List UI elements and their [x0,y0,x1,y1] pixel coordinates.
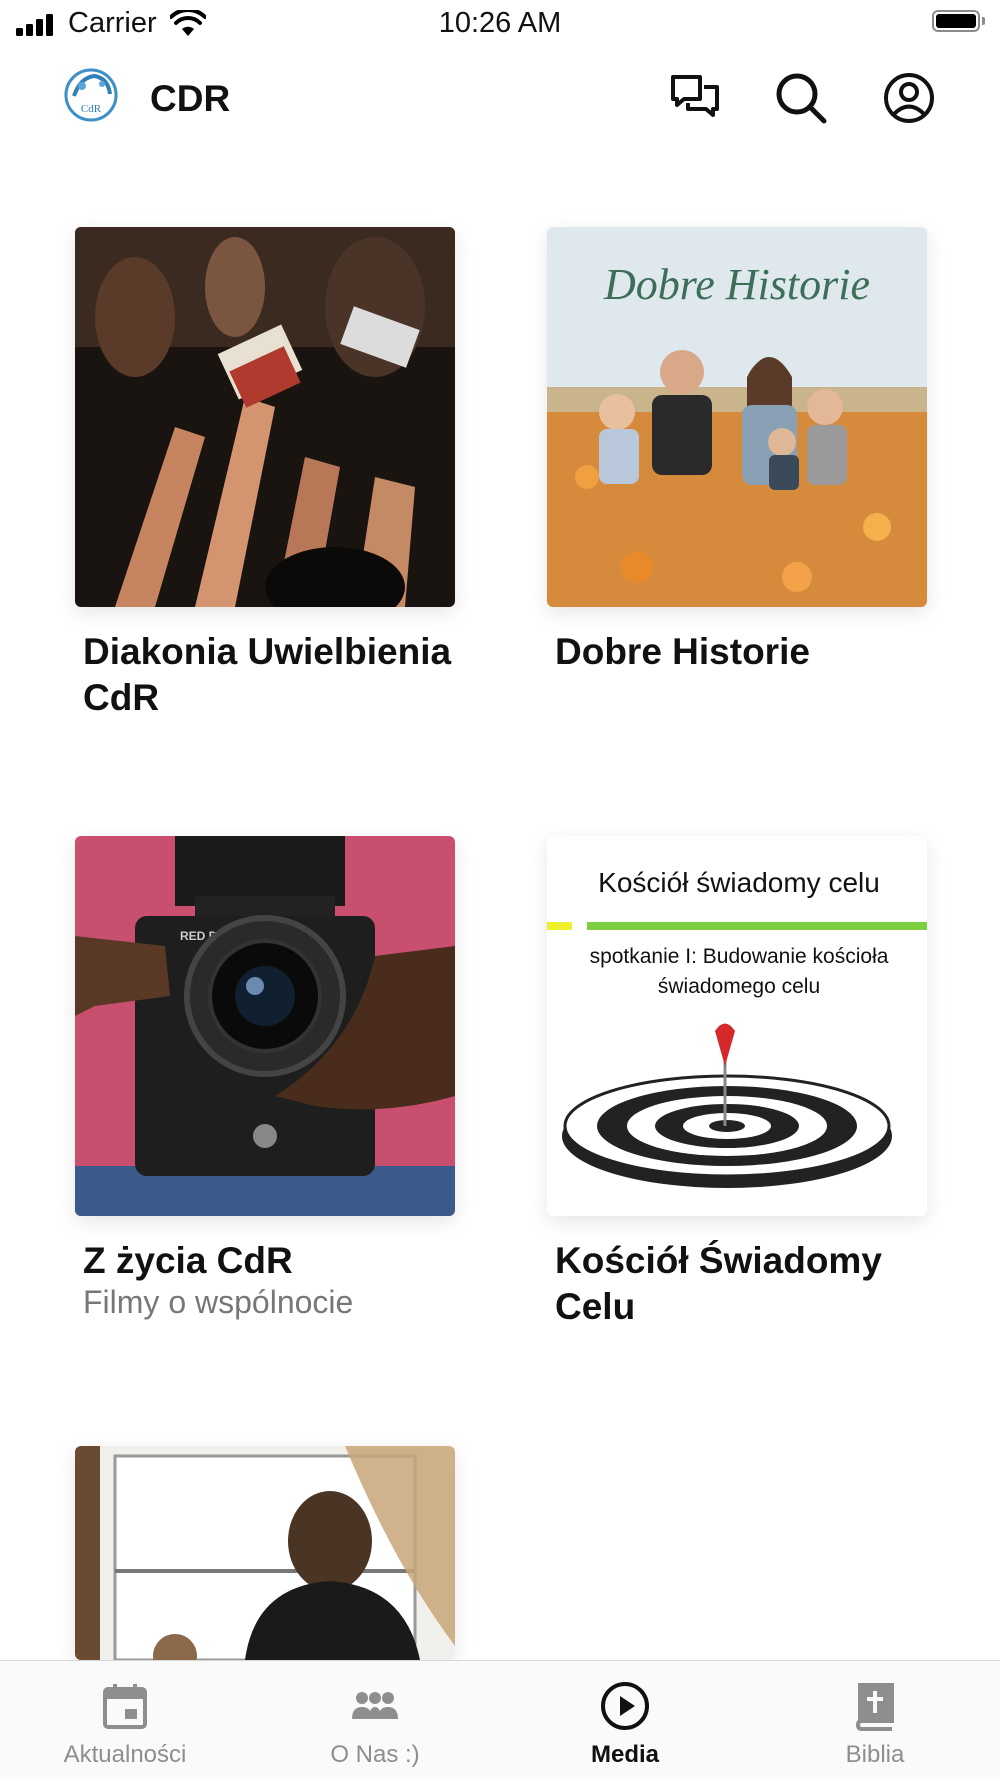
svg-text:Kościół świadomy celu: Kościół świadomy celu [598,867,880,898]
card-title: Diakonia Uwielbienia CdR [83,631,452,718]
card-image-camera: RED DIGI [75,836,455,1216]
tab-label: O Nas :) [330,1741,420,1768]
tab-bar: Aktualności O Nas :) Media Biblia [0,1660,1000,1779]
tab-o-nas[interactable]: O Nas :) [250,1661,500,1779]
tab-biblia[interactable]: Biblia [750,1661,1000,1779]
status-time: 10:26 AM [438,7,562,39]
app-header: CdR CDR [0,58,1000,148]
card-subtitle: Filmy o wspólnocie [83,1284,354,1320]
tab-aktualnosci[interactable]: Aktualności [0,1661,250,1779]
profile-icon[interactable] [882,71,936,125]
calendar-icon [103,1684,147,1729]
svg-text:CdR: CdR [81,103,102,115]
search-icon[interactable] [774,71,828,125]
bible-icon [855,1683,894,1731]
svg-text:świadomego celu: świadomego celu [658,975,820,998]
battery-icon [932,10,986,36]
tab-label: Biblia [845,1741,905,1768]
card-image-target: Kościół świadomy celu spotkanie I: Budow… [547,836,927,1216]
chat-icon[interactable] [668,71,722,125]
app-logo: CdR [64,68,118,122]
app-title: CDR [150,78,231,119]
card-title: Kościół Świadomy Celu [555,1240,882,1327]
people-icon [352,1692,398,1719]
tab-label: Media [590,1741,659,1768]
tab-label: Aktualności [63,1741,187,1768]
card-title: Dobre Historie [555,631,810,672]
play-circle-icon [601,1682,649,1730]
card-title: Z życia CdR [83,1240,293,1281]
status-bar: Carrier 10:26 AM [0,0,1000,50]
card-image-family: Dobre Historie [547,227,927,607]
card-image-window [75,1446,455,1660]
card-image-worship [75,227,455,607]
svg-text:spotkanie I: Budowanie kościoł: spotkanie I: Budowanie kościoła [590,945,889,968]
svg-text:Dobre Historie: Dobre Historie [603,260,870,309]
tab-media[interactable]: Media [500,1661,750,1779]
